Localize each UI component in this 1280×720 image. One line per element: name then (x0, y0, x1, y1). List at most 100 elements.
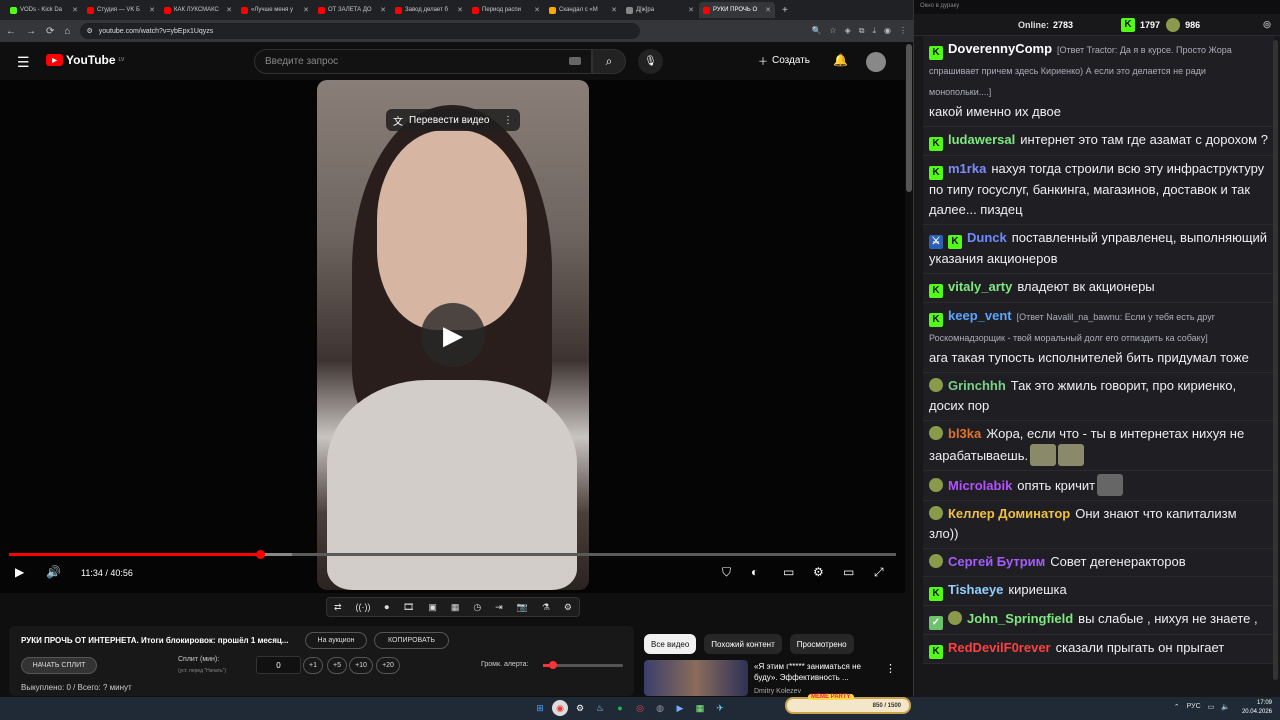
chat-scrollbar[interactable] (1273, 40, 1278, 680)
chat-username[interactable]: keep_vent (948, 308, 1012, 323)
sponsorblock-icon[interactable]: ⛉ (722, 565, 731, 580)
browser-tab[interactable]: «Лучше меня у ✕ (237, 2, 313, 18)
video-player[interactable]: 文 Перевести видео ⋮ ▶ ▶ 🔊 11:34 / 40:56 … (0, 80, 905, 593)
close-tab-icon[interactable]: ✕ (303, 6, 309, 14)
tab-similar[interactable]: Похожий контент (704, 634, 782, 654)
translate-video-button[interactable]: 文 Перевести видео ⋮ (386, 109, 520, 131)
flask-icon[interactable]: ⚗ (542, 602, 550, 613)
home-icon[interactable]: ⌂ (64, 26, 70, 37)
close-tab-icon[interactable]: ✕ (534, 6, 540, 14)
play-icon[interactable]: ▶ (15, 565, 24, 579)
grid-icon[interactable]: ▦ (451, 602, 460, 613)
language-indicator[interactable]: РУС (1187, 703, 1201, 711)
add-5-button[interactable]: +5 (327, 657, 347, 674)
more-options-icon[interactable]: ⋮ (885, 662, 896, 675)
account-avatar[interactable] (866, 52, 886, 72)
steam-icon[interactable]: ♨ (592, 700, 608, 716)
star-icon[interactable]: ☆ (829, 26, 836, 36)
add-20-button[interactable]: +20 (376, 657, 400, 674)
close-tab-icon[interactable]: ✕ (72, 6, 78, 14)
speed-icon[interactable]: ◷ (473, 602, 481, 613)
fullscreen-icon[interactable]: ⤢ (874, 565, 884, 580)
media-player-icon[interactable]: ▶ (672, 700, 688, 716)
subtitles-icon[interactable]: ▭ (783, 565, 794, 579)
discord-icon[interactable]: ◍ (652, 700, 668, 716)
chat-username[interactable]: RedDevilF0rever (948, 640, 1051, 655)
keyboard-icon[interactable] (569, 57, 581, 65)
settings-icon[interactable]: ⚙ (813, 565, 824, 579)
site-info-icon[interactable]: ⚙ (86, 27, 92, 35)
camera-icon[interactable]: 📷 (517, 602, 528, 613)
browser-tab[interactable]: Студия — VK Б ✕ (83, 2, 159, 18)
chat-username[interactable]: m1rka (948, 161, 986, 176)
obs-icon[interactable]: ◎ (632, 700, 648, 716)
browser-tab[interactable]: Завод делает б ✕ (391, 2, 467, 18)
alert-volume-slider[interactable] (543, 661, 623, 669)
chat-username[interactable]: Dunck (967, 230, 1007, 245)
recommendation-title[interactable]: «Я этим г***** заниматься не буду». Эффе… (754, 661, 880, 683)
film-icon[interactable]: 🎞 (403, 602, 414, 613)
network-icon[interactable]: ▭ (1208, 703, 1215, 711)
close-tab-icon[interactable]: ✕ (149, 6, 155, 14)
chat-username[interactable]: Сергей Бутрим (948, 554, 1045, 569)
search-button[interactable]: ⌕ (592, 49, 626, 74)
calculator-icon[interactable]: ▦ (692, 700, 708, 716)
chat-username[interactable]: Microlabik (948, 478, 1012, 493)
settings-icon[interactable]: ◎ (1263, 19, 1271, 30)
autoplay-toggle-icon[interactable]: ◐ (751, 565, 758, 579)
create-button[interactable]: ＋ Создать (758, 53, 810, 68)
forward-icon[interactable]: ⇥ (495, 602, 503, 613)
auction-button[interactable]: На аукцион (305, 632, 367, 649)
back-icon[interactable]: ← (6, 26, 16, 37)
clock[interactable]: 17:09 20.04.2026 (1242, 699, 1272, 717)
voice-search-button[interactable]: 🎙 (638, 49, 663, 74)
profile-icon[interactable]: ◉ (884, 26, 891, 36)
search-input[interactable]: Введите запрос (254, 49, 592, 74)
big-play-button[interactable]: ▶ (421, 303, 485, 367)
notifications-bell-icon[interactable]: 🔔 (833, 53, 848, 67)
chat-username[interactable]: Tishaeye (948, 582, 1003, 597)
add-1-button[interactable]: +1 (303, 657, 323, 674)
progress-bar[interactable] (9, 553, 896, 556)
page-scrollbar[interactable] (906, 44, 912, 192)
start-split-button[interactable]: НАЧАТЬ СПЛИТ (21, 657, 97, 674)
close-tab-icon[interactable]: ✕ (226, 6, 232, 14)
browser-tab[interactable]: КАК ЛУКСМАКС ✕ (160, 2, 236, 18)
recommendation-thumbnail[interactable] (644, 660, 748, 696)
tab-all-videos[interactable]: Все видео (644, 634, 697, 654)
zoom-icon[interactable]: 🔍 (811, 26, 821, 36)
slider-knob[interactable] (548, 661, 557, 669)
browser-tab[interactable]: Д[ж]ра ✕ (622, 2, 698, 18)
hamburger-menu-icon[interactable]: ☰ (17, 54, 30, 71)
browser-tab[interactable]: Скандал с «М ✕ (545, 2, 621, 18)
chat-username[interactable]: ludawersal (948, 132, 1015, 147)
browser-tab[interactable]: ОТ ЗАЛЕТА ДО ✕ (314, 2, 390, 18)
close-tab-icon[interactable]: ✕ (380, 6, 386, 14)
telegram-icon[interactable]: ✈ (712, 700, 728, 716)
tray-arrow-icon[interactable]: ⌃ (1174, 703, 1180, 711)
theater-mode-icon[interactable]: ▭ (843, 565, 854, 579)
record-icon[interactable]: ⏺ (384, 602, 389, 613)
copy-button[interactable]: КОПИРОВАТЬ (374, 632, 449, 649)
pip-icon[interactable]: ▣ (428, 602, 437, 613)
extension-icon[interactable]: ◈ (845, 26, 851, 36)
menu-dots-icon[interactable]: ⋮ (899, 26, 907, 36)
loop-icon[interactable]: ⇄ (334, 602, 342, 613)
download-icon[interactable]: ⤓ (872, 26, 876, 36)
audio-icon[interactable]: ((·)) (356, 602, 371, 612)
add-10-button[interactable]: +10 (349, 657, 373, 674)
speaker-icon[interactable]: 🔈 (1221, 703, 1230, 711)
close-tab-icon[interactable]: ✕ (688, 6, 694, 14)
chat-username[interactable]: vitaly_arty (948, 279, 1012, 294)
tab-watched[interactable]: Просмотрено (789, 634, 854, 654)
chat-username[interactable]: Grinchhh (948, 378, 1006, 393)
youtube-logo[interactable]: ▶ YouTube LV (46, 53, 124, 67)
scrubber-handle[interactable] (256, 550, 266, 559)
settings-app-icon[interactable]: ⚙ (572, 700, 588, 716)
chat-username[interactable]: bl3ka (948, 426, 981, 441)
chat-username[interactable]: John_Springfield (967, 611, 1073, 626)
windows-start-icon[interactable]: ⊞ (532, 700, 548, 716)
close-tab-icon[interactable]: ✕ (457, 6, 463, 14)
recommendation-channel[interactable]: Dmitry Kolezev (754, 688, 801, 695)
new-tab-icon[interactable]: + (782, 5, 788, 16)
